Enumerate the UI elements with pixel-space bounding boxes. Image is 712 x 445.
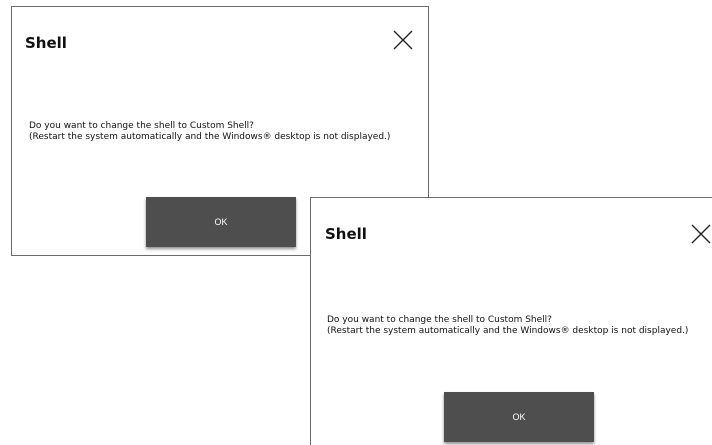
message-line-1: Do you want to change the shell to Custo… — [29, 121, 254, 131]
shell-dialog: Shell Do you want to change the shell to… — [310, 197, 712, 445]
dialog-title: Shell — [25, 34, 67, 52]
close-icon — [393, 30, 413, 50]
dialog-title: Shell — [325, 225, 367, 243]
close-icon — [691, 224, 711, 244]
ok-button[interactable]: OK — [146, 197, 296, 247]
close-button[interactable] — [392, 29, 414, 51]
message-line-1: Do you want to change the shell to Custo… — [327, 315, 552, 325]
dialog-message: Do you want to change the shell to Custo… — [327, 315, 688, 337]
message-line-2: (Restart the system automatically and th… — [327, 326, 689, 336]
close-button[interactable] — [690, 223, 712, 245]
ok-button[interactable]: OK — [444, 392, 594, 442]
message-line-2: (Restart the system automatically and th… — [29, 132, 391, 142]
dialog-message: Do you want to change the shell to Custo… — [29, 121, 390, 143]
screenshot-canvas: Shell Do you want to change the shell to… — [0, 0, 712, 445]
